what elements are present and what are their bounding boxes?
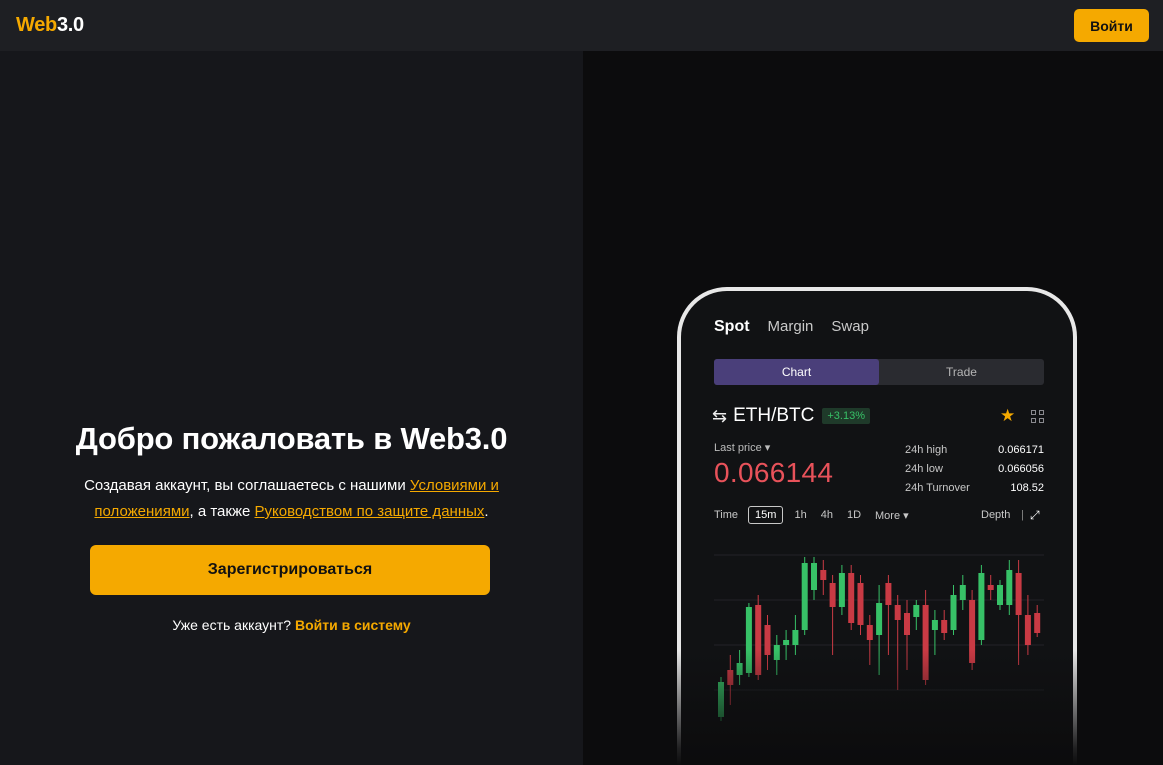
candle-body [950, 595, 957, 630]
top-bar: Web3.0 Войти [0, 0, 1163, 51]
agreement-text: Создавая аккаунт, вы соглашаетесь с наши… [84, 477, 499, 520]
segment-trade: Trade [946, 365, 977, 379]
phone-tabs: Spot Margin Swap [714, 318, 869, 336]
candle-body [783, 640, 790, 645]
candle-body [1024, 615, 1031, 645]
tab-swap: Swap [831, 318, 869, 335]
candle-body [792, 630, 799, 645]
tf-depth: Depth [981, 509, 1011, 521]
last-price: 0.066144 [714, 457, 834, 488]
caret-down-icon: ▾ [764, 442, 771, 454]
candle-body [987, 585, 994, 590]
candle-body [931, 620, 938, 630]
signup-button[interactable]: Зарегистрироваться [90, 545, 490, 595]
candle-body [820, 570, 827, 580]
left-panel [0, 51, 583, 765]
tab-margin: Margin [767, 318, 814, 335]
candle-body [736, 663, 743, 675]
logo-part2: 3.0 [56, 14, 84, 36]
candle-body [838, 573, 845, 607]
chart-trade-toggle: Chart Trade [714, 359, 1044, 385]
candle-body [1006, 570, 1013, 605]
candle-body [885, 583, 892, 605]
logo[interactable]: Web3.0 [16, 14, 84, 37]
tf-1h: 1h [794, 509, 807, 521]
candle-body [829, 583, 836, 607]
privacy-link[interactable]: Руководством по защите данных [255, 503, 485, 520]
candle-body [904, 613, 910, 635]
candle-body [764, 625, 771, 655]
tab-spot: Spot [714, 318, 750, 335]
candle-body [727, 670, 734, 685]
candle-body [866, 625, 873, 640]
candle-body [894, 605, 901, 620]
tf-4h: 4h [820, 509, 833, 521]
candle-body [801, 563, 808, 630]
candle-body [1034, 613, 1041, 633]
candle-body [1015, 573, 1022, 615]
signin-link[interactable]: Войти в систему [295, 617, 411, 633]
candlestick-chart [714, 554, 1044, 721]
candle-body [913, 605, 920, 617]
stat-row: 24h low 0.066056 [905, 462, 1044, 475]
change-badge: +3.13% [822, 408, 870, 424]
swap-arrows-icon: ⇆ [712, 405, 728, 426]
candle-body [755, 605, 762, 675]
tf-time: Time [714, 509, 739, 521]
have-account-text: Уже есть аккаунт? Войти в систему [172, 617, 411, 633]
candle-body [959, 585, 966, 600]
candle-body [941, 620, 948, 633]
divider: | [1021, 509, 1024, 521]
last-price-label: Last price ▾ [714, 442, 771, 454]
stat-row: 24h Turnover 108.52 [905, 481, 1044, 494]
segment-chart: Chart [714, 359, 879, 385]
pair-name: ETH/BTC [733, 405, 815, 426]
candle-body [997, 585, 1003, 605]
candle-body [718, 682, 724, 717]
logo-part1: Web [16, 14, 57, 36]
star-icon: ★ [1000, 406, 1016, 425]
login-button[interactable]: Войти [1074, 9, 1149, 42]
tf-15m: 15m [748, 506, 784, 524]
candle-body [848, 573, 855, 623]
candle-body [811, 563, 817, 590]
tf-1d: 1D [846, 509, 862, 521]
stat-row: 24h high 0.066171 [905, 443, 1044, 456]
stats-panel: 24h high 0.066171 24h low 0.066056 24h Tur… [905, 440, 1044, 497]
candle-body [857, 583, 864, 625]
timeframe-bar: Time 15m 1h 4h 1D More ▾ Depth | ⤢ [714, 505, 1046, 525]
candle-body [773, 645, 780, 660]
grid-icon [1031, 410, 1044, 423]
candle-body [876, 603, 883, 635]
tf-more: More ▾ [875, 509, 909, 522]
candle-body [745, 607, 752, 673]
candle-body [922, 605, 929, 680]
trading-pair: ⇆ ETH/BTC +3.13% [712, 405, 870, 427]
page-title: Добро пожаловать в Web3.0 [75, 421, 508, 456]
candle-body [969, 600, 976, 663]
candle-body [978, 573, 985, 640]
expand-icon: ⤢ [1030, 507, 1040, 522]
